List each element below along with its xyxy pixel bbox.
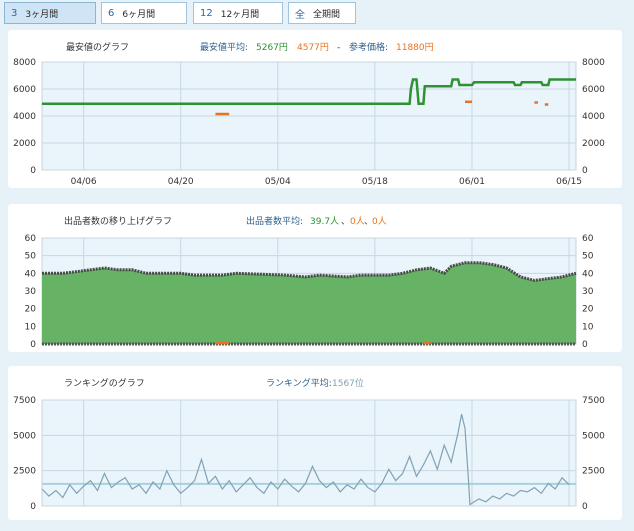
- avg-label: 最安値平均:: [200, 41, 248, 53]
- y-tick-label-left: 5000: [13, 431, 36, 441]
- x-tick-label: 05/18: [362, 177, 388, 187]
- y-tick-label-left: 50: [25, 252, 37, 262]
- y-tick-label-left: 30: [25, 287, 37, 297]
- chart-title: 最安値のグラフ: [66, 41, 129, 53]
- price-chart-panel: 最安値のグラフ 最安値平均: 5267円 4577円 - 参考価格: 11880…: [8, 30, 622, 188]
- y-tick-label-left: 0: [30, 340, 36, 350]
- x-tick-label: 04/06: [71, 177, 97, 187]
- y-tick-label-right: 60: [582, 234, 594, 244]
- y-tick-label-right: 20: [582, 305, 594, 315]
- y-tick-label-left: 10: [25, 322, 37, 332]
- y-tick-label-right: 6000: [582, 85, 605, 95]
- avg-value: 5267円: [256, 42, 288, 53]
- y-tick-label-right: 0: [582, 166, 588, 176]
- x-tick-label: 06/01: [459, 177, 485, 187]
- tab-label: 全期間: [313, 9, 341, 20]
- sellers-chart-panel: 出品者数の移り上げグラフ 出品者数平均: 39.7人 、 0人 、 0人 001…: [8, 204, 622, 352]
- orange-value: 0人: [350, 216, 365, 227]
- y-tick-label-right: 7500: [582, 396, 605, 406]
- y-tick-label-left: 0: [30, 166, 36, 176]
- plot-area: [41, 399, 577, 507]
- avg-label: ランキング平均:: [266, 377, 332, 389]
- y-tick-label-left: 4000: [13, 112, 36, 122]
- avg-value: 1567位: [332, 377, 364, 389]
- y-tick-label-right: 2000: [582, 139, 605, 149]
- tab-6-months[interactable]: 6 6ヶ月間: [101, 2, 187, 24]
- tab-label: 6ヶ月間: [122, 9, 156, 20]
- y-tick-label-right: 40: [582, 269, 594, 279]
- tab-number: 6: [108, 7, 115, 19]
- y-tick-label-left: 60: [25, 234, 37, 244]
- chart-title: 出品者数の移り上げグラフ: [64, 215, 172, 227]
- ref-value: 11880円: [396, 42, 434, 53]
- y-tick-label-right: 8000: [582, 58, 605, 68]
- y-tick-label-left: 7500: [13, 396, 36, 406]
- y-tick-label-left: 2500: [13, 467, 36, 477]
- y-tick-label-left: 2000: [13, 139, 36, 149]
- separator: -: [337, 43, 340, 53]
- tab-label: 12ヶ月間: [220, 9, 260, 20]
- y-tick-label-left: 0: [30, 502, 36, 512]
- sellers-chart: 出品者数の移り上げグラフ 出品者数平均: 39.7人 、 0人 、 0人 0 01…: [25, 215, 594, 350]
- y-tick-label-right: 2500: [582, 467, 605, 477]
- separator: 、: [341, 217, 350, 227]
- y-tick-label-left: 40: [25, 269, 37, 279]
- y-tick-label-right: 0: [582, 502, 588, 512]
- x-tick-label: 05/04: [265, 177, 291, 187]
- y-tick-label-right: 30: [582, 287, 594, 297]
- ref-label: 参考価格:: [349, 41, 388, 53]
- tab-3-months[interactable]: 3 3ヶ月間: [4, 2, 96, 24]
- tab-number: 12: [200, 7, 213, 19]
- y-tick-label-left: 6000: [13, 85, 36, 95]
- ranking-chart: ランキングのグラフ ランキング平均: 1567位 0 0 2500 2500 5000 5…: [13, 377, 605, 512]
- y-tick-label-right: 0: [582, 340, 588, 350]
- y-tick-label-right: 4000: [582, 112, 605, 122]
- x-tick-label: 04/20: [168, 177, 194, 187]
- chart-title: ランキングのグラフ: [64, 377, 145, 389]
- avg-value: 39.7人: [310, 216, 339, 227]
- price-chart: 最安値のグラフ 最安値平均: 5267円 4577円 - 参考価格: 11880…: [13, 41, 605, 187]
- y-tick-label-left: 20: [25, 305, 37, 315]
- y-tick-label-right: 10: [582, 322, 594, 332]
- orange-value: 4577円: [297, 42, 329, 53]
- y-tick-label-right: 50: [582, 252, 594, 262]
- period-tabs: 3 3ヶ月間 6 6ヶ月間 12 12ヶ月間 全 全期間: [0, 0, 634, 26]
- tab-number: 全: [295, 9, 305, 21]
- tab-number: 3: [11, 7, 18, 19]
- x-tick-label: 06/15: [556, 177, 582, 187]
- other-value: 0人: [372, 216, 387, 227]
- y-tick-label-left: 8000: [13, 58, 36, 68]
- ranking-chart-panel: ランキングのグラフ ランキング平均: 1567位 0 0 2500 2500 5000 5…: [8, 366, 622, 520]
- avg-label: 出品者数平均:: [246, 215, 303, 227]
- y-tick-label-right: 5000: [582, 431, 605, 441]
- tab-label: 3ヶ月間: [25, 9, 59, 20]
- tab-12-months[interactable]: 12 12ヶ月間: [193, 2, 283, 24]
- tab-all-period[interactable]: 全 全期間: [288, 2, 356, 24]
